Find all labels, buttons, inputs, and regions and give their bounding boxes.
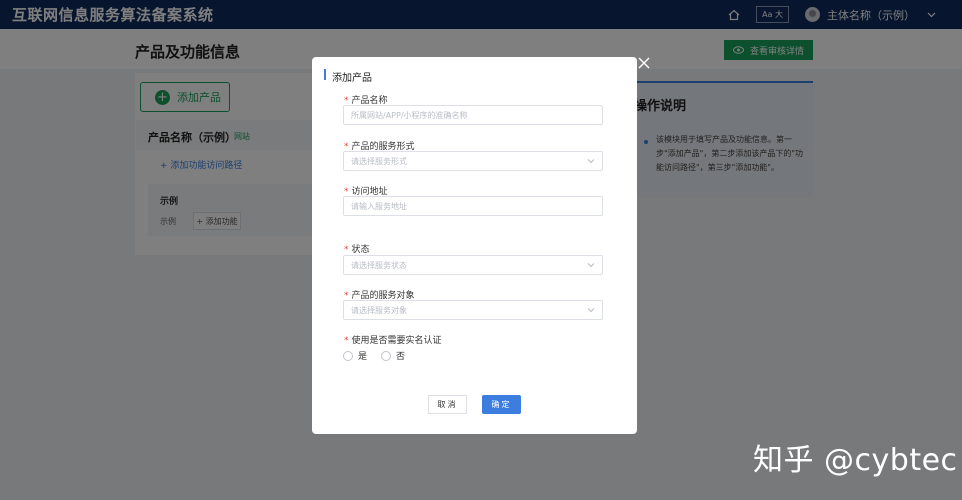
close-icon[interactable] [637,56,651,70]
modal-title-accent [324,69,326,80]
service-target-placeholder: 请选择服务对象 [351,306,407,315]
confirm-button[interactable]: 确定 [482,395,521,414]
radio-yes-label[interactable]: 是 [358,349,367,362]
status-placeholder: 请选择服务状态 [351,261,407,270]
product-name-input[interactable]: 所属网站/APP/小程序的准确名称 [343,105,603,125]
watermark: 知乎 @cybtec [753,443,958,478]
dropdown-arrow-icon [587,308,595,313]
radio-no[interactable] [381,350,392,361]
required-mark: * [344,336,349,346]
realname-radio-group: 是 否 [343,349,419,362]
access-address-input[interactable]: 请输入服务地址 [343,196,603,216]
product-name-placeholder: 所属网站/APP/小程序的准确名称 [351,111,468,120]
radio-yes[interactable] [343,350,353,361]
service-form-placeholder: 请选择服务形式 [351,157,407,166]
status-select[interactable]: 请选择服务状态 [343,255,603,275]
add-product-modal: 添加产品 * 产品名称 所属网站/APP/小程序的准确名称 * 产品的服务形式 请选… [312,57,637,434]
access-address-placeholder: 请输入服务地址 [351,202,407,211]
dropdown-arrow-icon [587,159,595,164]
cancel-button[interactable]: 取消 [428,395,467,414]
status-label: * 状态 [344,245,370,255]
realname-label: * 使用是否需要实名认证 [344,336,442,346]
required-mark: * [344,245,349,255]
service-form-select[interactable]: 请选择服务形式 [343,151,603,171]
dropdown-arrow-icon [587,263,595,268]
radio-no-label[interactable]: 否 [396,349,405,362]
modal-title: 添加产品 [332,73,372,84]
service-target-select[interactable]: 请选择服务对象 [343,300,603,320]
